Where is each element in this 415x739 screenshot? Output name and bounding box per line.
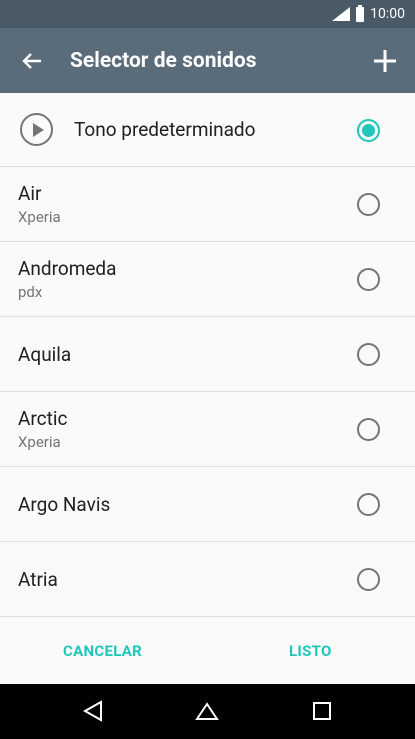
cancel-button[interactable]: CANCELAR [63,642,142,660]
page-title: Selector de sonidos [70,48,257,73]
list-item-label: Andromeda [18,257,117,280]
radio-button[interactable] [357,493,380,516]
add-button[interactable] [355,28,415,93]
sound-list: Tono predeterminado Air Xperia Andromeda… [0,93,415,617]
back-nav-button[interactable] [80,698,106,724]
plus-icon [374,49,396,72]
radio-button[interactable] [357,418,380,441]
list-item[interactable]: Andromeda pdx [0,242,415,317]
back-arrow-icon [22,52,41,69]
status-bar: 10:00 [0,0,415,28]
radio-button[interactable] [357,268,380,291]
radio-button-selected[interactable] [357,118,380,142]
recents-nav-button[interactable] [309,698,335,724]
status-time: 10:00 [370,6,405,22]
play-icon[interactable] [20,113,53,146]
home-nav-button[interactable] [194,698,220,724]
list-item-subtitle: pdx [18,283,43,301]
radio-button[interactable] [357,193,380,216]
radio-button[interactable] [357,343,380,366]
recents-square-icon [313,702,331,720]
list-item-subtitle: Xperia [18,208,61,226]
back-triangle-icon [82,700,102,722]
list-item-label: Argo Navis [18,492,111,516]
list-item-label: Arctic [18,407,68,430]
list-item[interactable]: Aquila [0,317,415,392]
list-item[interactable]: Atria [0,542,415,617]
dialog-footer: CANCELAR LISTO [0,618,415,684]
list-item-label: Tono predeterminado [74,118,256,141]
list-item[interactable]: Argo Navis [0,467,415,542]
list-item-label: Air [18,182,42,205]
list-item-label: Aquila [18,342,72,366]
battery-icon [356,4,365,22]
home-icon [195,702,219,720]
list-item-default-tone[interactable]: Tono predeterminado [0,93,415,167]
back-button[interactable] [0,28,64,93]
list-item-subtitle: Xperia [18,433,61,451]
navigation-bar [0,684,415,739]
list-item[interactable]: Air Xperia [0,167,415,242]
list-item-label: Atria [18,567,58,591]
signal-icon [332,7,351,21]
app-bar: Selector de sonidos [0,28,415,93]
done-button[interactable]: LISTO [289,642,332,660]
list-item[interactable]: Arctic Xperia [0,392,415,467]
radio-button[interactable] [357,568,380,591]
